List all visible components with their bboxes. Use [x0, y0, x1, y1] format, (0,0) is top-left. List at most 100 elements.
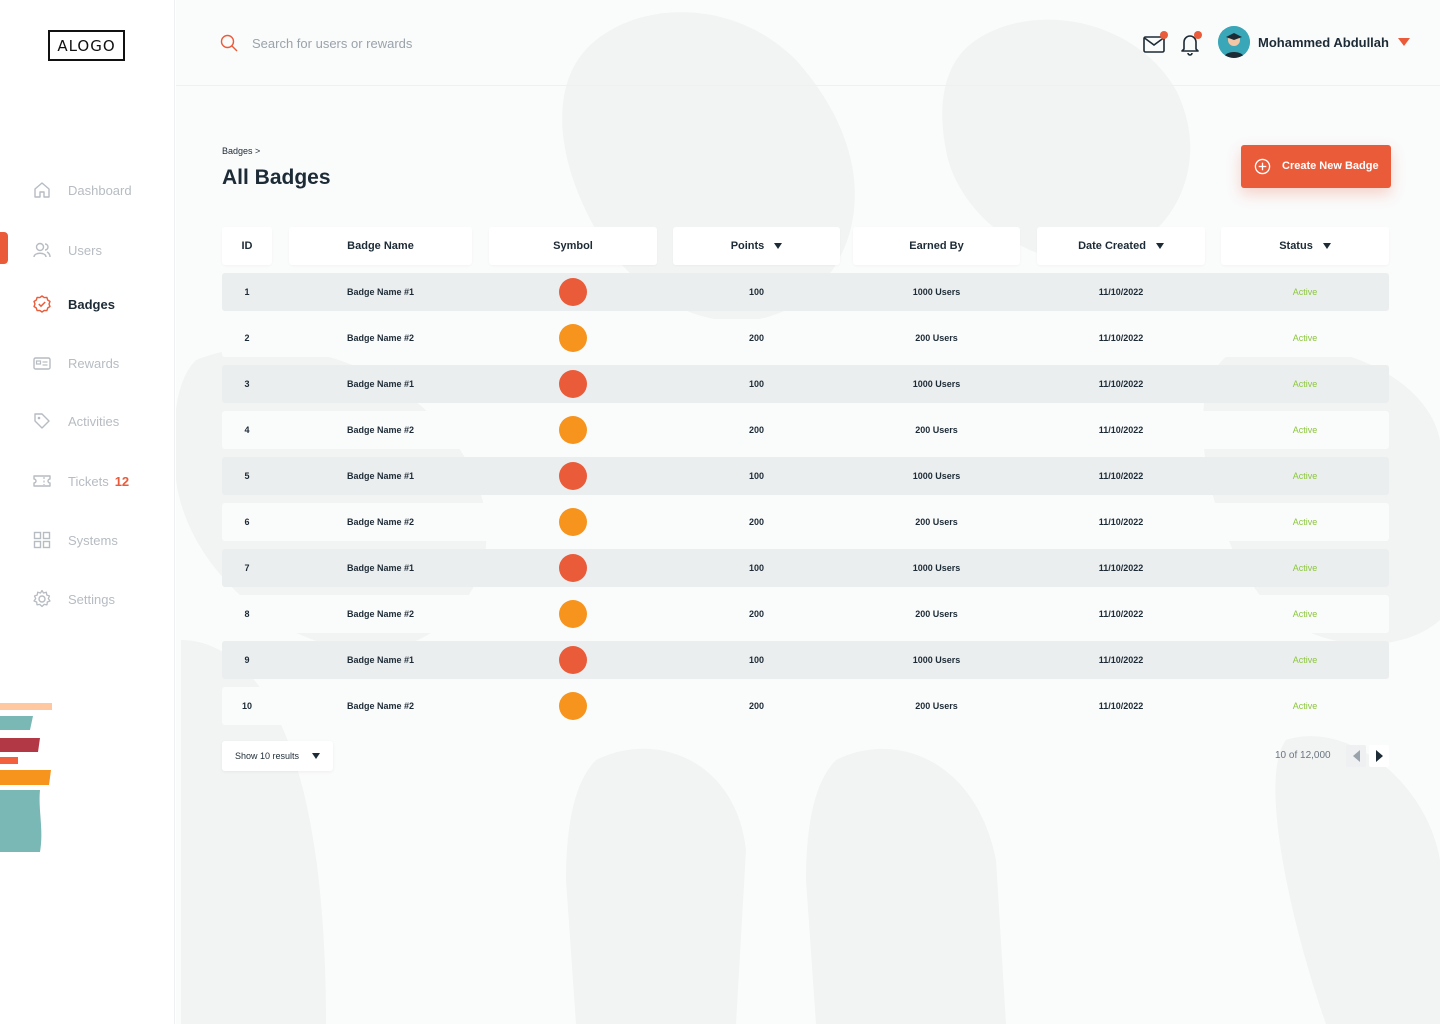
sidebar-item-settings[interactable]: Settings	[0, 581, 175, 617]
column-header-status[interactable]: Status	[1221, 227, 1389, 265]
sidebar-item-systems[interactable]: Systems	[0, 522, 175, 558]
sidebar-item-rewards[interactable]: Rewards	[0, 345, 175, 381]
cell-symbol	[489, 457, 657, 495]
column-header-label: Symbol	[553, 240, 593, 252]
column-header-date-created[interactable]: Date Created	[1037, 227, 1205, 265]
column-header-label: Status	[1279, 240, 1313, 252]
cell-id: 4	[244, 425, 250, 435]
badge-symbol-dot	[559, 646, 587, 674]
sidebar-item-tickets[interactable]: Tickets 12	[0, 463, 175, 499]
table-row[interactable]: 7 Badge Name #1 100 1000 Users 11/10/202…	[222, 549, 1389, 587]
home-icon	[34, 182, 50, 198]
column-header-points[interactable]: Points	[673, 227, 840, 265]
cell-id: 1	[244, 287, 250, 297]
sidebar-item-label: Badges	[68, 296, 115, 312]
table-row[interactable]: 1 Badge Name #1 100 1000 Users 11/10/202…	[222, 273, 1389, 311]
cell-date-created: 11/10/2022	[1098, 701, 1144, 711]
badge-symbol-dot	[559, 554, 587, 582]
cell-date-created: 11/10/2022	[1098, 425, 1144, 435]
breadcrumb[interactable]: Badges >	[222, 146, 260, 156]
cell-earned-by: 200 Users	[915, 701, 958, 711]
cell-points: 200	[748, 517, 765, 527]
previous-page-button[interactable]	[1346, 745, 1366, 767]
pagination-summary: 10 of 12,000	[1275, 750, 1331, 761]
sidebar-item-label: Settings	[68, 591, 115, 607]
cell-symbol	[489, 503, 657, 541]
cell-symbol	[489, 595, 657, 633]
search-icon[interactable]	[220, 34, 238, 52]
sidebar-item-label: Rewards	[68, 355, 120, 371]
cell-date-created: 11/10/2022	[1098, 471, 1144, 481]
cell-points: 100	[748, 563, 765, 573]
ticket-icon	[33, 475, 51, 487]
badge-symbol-dot	[559, 416, 587, 444]
user-name[interactable]: Mohammed Abdullah	[1258, 35, 1389, 50]
table-row[interactable]: 2 Badge Name #2 200 200 Users 11/10/2022…	[222, 319, 1389, 357]
cell-status: Active	[1292, 333, 1318, 343]
column-header-label: ID	[241, 240, 253, 252]
badge-symbol-dot	[559, 324, 587, 352]
bell-icon[interactable]	[1178, 30, 1204, 56]
user-menu-chevron-down-icon[interactable]	[1398, 38, 1410, 46]
cell-symbol	[489, 687, 657, 725]
cell-points: 200	[748, 701, 765, 711]
avatar[interactable]	[1218, 26, 1250, 58]
chevron-left-icon	[1352, 750, 1360, 762]
tickets-label: Tickets	[68, 473, 109, 489]
results-per-page-select[interactable]: Show 10 results	[222, 741, 333, 771]
cell-date-created: 11/10/2022	[1098, 517, 1144, 527]
mail-icon[interactable]	[1142, 30, 1168, 56]
page-title: All Badges	[222, 166, 331, 189]
cell-status: Active	[1292, 287, 1318, 297]
cell-id: 7	[244, 563, 250, 573]
cell-date-created: 11/10/2022	[1098, 655, 1144, 665]
column-header-label: Points	[730, 240, 765, 252]
cell-date-created: 11/10/2022	[1098, 287, 1144, 297]
sort-caret-icon[interactable]	[774, 243, 783, 249]
search-input[interactable]	[252, 30, 652, 56]
column-header-badge-name: Badge Name	[289, 227, 472, 265]
cell-status: Active	[1292, 563, 1318, 573]
cell-id: 9	[244, 655, 250, 665]
cell-status: Active	[1292, 379, 1318, 389]
cell-points: 100	[748, 655, 765, 665]
cell-earned-by: 1000 Users	[912, 379, 961, 389]
sidebar-item-dashboard[interactable]: Dashboard	[0, 172, 175, 208]
sidebar-item-users[interactable]: Users	[0, 232, 175, 268]
cell-badge-name: Badge Name #1	[346, 563, 415, 573]
table-row[interactable]: 5 Badge Name #1 100 1000 Users 11/10/202…	[222, 457, 1389, 495]
table-row[interactable]: 6 Badge Name #2 200 200 Users 11/10/2022…	[222, 503, 1389, 541]
sidebar-item-activities[interactable]: Activities	[0, 403, 175, 439]
table-row[interactable]: 3 Badge Name #1 100 1000 Users 11/10/202…	[222, 365, 1389, 403]
column-header-id: ID	[222, 227, 272, 265]
grid-icon	[33, 531, 51, 549]
badge-icon	[33, 295, 51, 313]
rewards-icon	[33, 357, 51, 370]
sidebar-item-label: Tickets 12	[68, 474, 129, 489]
cell-symbol	[489, 273, 657, 311]
tickets-count-badge: 12	[114, 473, 130, 489]
cell-earned-by: 1000 Users	[912, 287, 961, 297]
cell-points: 200	[748, 333, 765, 343]
sidebar-item-badges[interactable]: Badges	[0, 286, 175, 322]
table-row[interactable]: 9 Badge Name #1 100 1000 Users 11/10/202…	[222, 641, 1389, 679]
cell-points: 200	[748, 609, 765, 619]
sidebar: ALOGO Dashboard Users Badges Rewards Act…	[0, 0, 175, 1024]
cell-symbol	[489, 319, 657, 357]
table-row[interactable]: 8 Badge Name #2 200 200 Users 11/10/2022…	[222, 595, 1389, 633]
sort-caret-icon[interactable]	[1155, 243, 1164, 249]
app-logo[interactable]: ALOGO	[48, 30, 125, 61]
cell-earned-by: 200 Users	[915, 333, 958, 343]
next-page-button[interactable]	[1369, 745, 1389, 767]
cell-points: 100	[748, 471, 765, 481]
cell-date-created: 11/10/2022	[1098, 609, 1144, 619]
table-row[interactable]: 10 Badge Name #2 200 200 Users 11/10/202…	[222, 687, 1389, 725]
sort-caret-icon[interactable]	[1322, 243, 1331, 249]
table-row[interactable]: 4 Badge Name #2 200 200 Users 11/10/2022…	[222, 411, 1389, 449]
cell-badge-name: Badge Name #2	[346, 701, 415, 711]
create-new-badge-button[interactable]: Create New Badge	[1241, 145, 1391, 188]
cell-earned-by: 200 Users	[915, 609, 958, 619]
cell-badge-name: Badge Name #2	[346, 517, 415, 527]
badge-symbol-dot	[559, 278, 587, 306]
cell-symbol	[489, 641, 657, 679]
